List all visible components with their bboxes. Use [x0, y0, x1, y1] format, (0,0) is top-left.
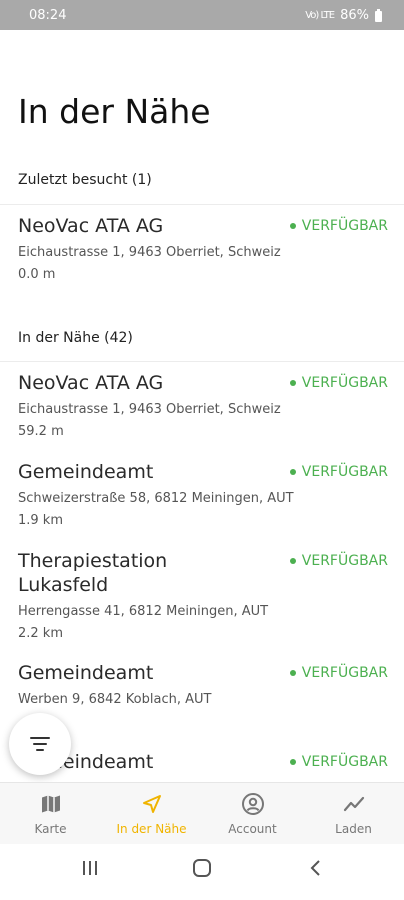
station-distance: 2.2 km: [18, 626, 63, 641]
bottom-navigation: Karte In der Nähe Account Laden: [0, 782, 404, 845]
status-badge: VERFÜGBAR: [289, 464, 388, 480]
status-label: VERFÜGBAR: [301, 464, 388, 480]
system-navigation-bar: [0, 844, 404, 900]
status-dot-icon: [289, 380, 296, 386]
station-list-item[interactable]: Gemeindeamt VERFÜGBAR: [18, 750, 388, 774]
status-label: VERFÜGBAR: [301, 218, 388, 234]
nav-label: Karte: [34, 822, 67, 836]
section-header-nearby: In der Nähe (42): [18, 330, 133, 346]
station-address: Herrengasse 41, 6812 Meiningen, AUT: [18, 604, 269, 619]
station-name: NeoVac ATA AG: [18, 215, 164, 237]
status-label: VERFÜGBAR: [301, 553, 388, 569]
nav-item-karte[interactable]: Karte: [0, 783, 101, 845]
status-time: 08:24: [29, 8, 67, 23]
battery-level: 86%: [340, 8, 369, 23]
status-dot-icon: [289, 558, 296, 564]
station-list-item[interactable]: Gemeindeamt Schweizerstraße 58, 6812 Mei…: [18, 460, 388, 530]
station-distance: 0.0 m: [18, 267, 56, 282]
station-list-item[interactable]: NeoVac ATA AG Eichaustrasse 1, 9463 Ober…: [18, 214, 388, 284]
filter-button[interactable]: [9, 713, 71, 775]
chart-line-icon: [343, 796, 364, 812]
signal-icon: Vo) LTE: [305, 10, 335, 21]
status-dot-icon: [289, 670, 296, 676]
nav-label: Laden: [335, 822, 372, 836]
station-address: Werben 9, 6842 Koblach, AUT: [18, 692, 212, 707]
station-name: Gemeindeamt: [18, 461, 154, 483]
recent-apps-icon[interactable]: [80, 858, 100, 878]
navigation-arrow-icon: [142, 795, 161, 813]
station-address: Schweizerstraße 58, 6812 Meiningen, AUT: [18, 491, 294, 506]
status-icons: Vo) LTE 86%: [305, 8, 382, 23]
status-bar: 08:24 Vo) LTE 86%: [0, 0, 404, 30]
station-name: Therapiestation Lukasfeld: [18, 550, 168, 596]
nav-item-laden[interactable]: Laden: [303, 783, 404, 845]
battery-icon: [375, 9, 382, 22]
station-name: NeoVac ATA AG: [18, 372, 164, 394]
status-label: VERFÜGBAR: [301, 375, 388, 391]
home-icon[interactable]: [192, 858, 212, 878]
status-dot-icon: [289, 223, 296, 229]
divider: [0, 361, 404, 362]
station-distance: 1.9 km: [18, 513, 63, 528]
nav-item-in-der-naehe[interactable]: In der Nähe: [101, 783, 202, 845]
page-title: In der Nähe: [18, 92, 211, 131]
back-icon[interactable]: [306, 858, 326, 878]
account-circle-icon: [241, 793, 264, 815]
station-address: Eichaustrasse 1, 9463 Oberriet, Schweiz: [18, 402, 281, 417]
station-list-item[interactable]: NeoVac ATA AG Eichaustrasse 1, 9463 Ober…: [18, 371, 388, 441]
status-badge: VERFÜGBAR: [289, 375, 388, 391]
section-header-recent: Zuletzt besucht (1): [18, 172, 152, 188]
status-badge: VERFÜGBAR: [289, 553, 388, 569]
status-dot-icon: [289, 469, 296, 475]
station-name: Gemeindeamt: [18, 662, 154, 684]
station-distance: 59.2 m: [18, 424, 64, 439]
nav-item-account[interactable]: Account: [202, 783, 303, 845]
nav-label: In der Nähe: [116, 822, 187, 836]
station-address: Eichaustrasse 1, 9463 Oberriet, Schweiz: [18, 245, 281, 260]
status-label: VERFÜGBAR: [301, 754, 388, 770]
status-badge: VERFÜGBAR: [289, 665, 388, 681]
filter-icon: [30, 737, 50, 751]
status-badge: VERFÜGBAR: [289, 754, 388, 770]
divider: [0, 204, 404, 205]
status-dot-icon: [289, 759, 296, 765]
map-icon: [41, 795, 60, 813]
status-badge: VERFÜGBAR: [289, 218, 388, 234]
station-list-item[interactable]: Therapiestation Lukasfeld Herrengasse 41…: [18, 549, 388, 643]
status-label: VERFÜGBAR: [301, 665, 388, 681]
station-list-item[interactable]: Gemeindeamt Werben 9, 6842 Koblach, AUT …: [18, 661, 388, 709]
nav-label: Account: [228, 822, 277, 836]
